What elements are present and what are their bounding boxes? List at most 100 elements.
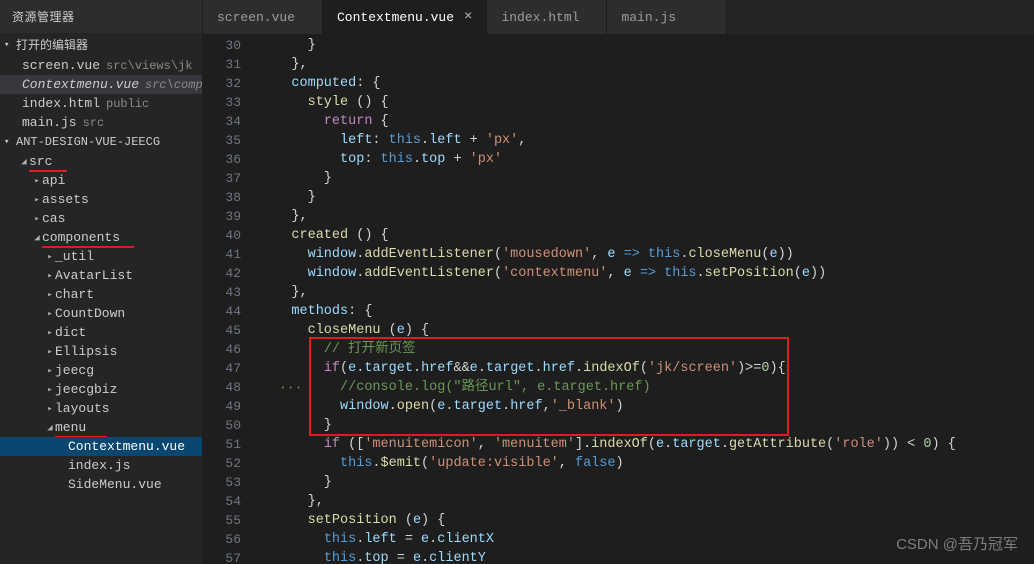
chevron-right-icon: ▸ [32, 176, 42, 186]
editor-tab[interactable]: Contextmenu.vue × [323, 0, 487, 34]
open-editor-item[interactable]: screen.vuesrc\views\jk [0, 56, 202, 75]
line-number: 43 [203, 283, 259, 302]
chevron-right-icon: ▸ [32, 214, 42, 224]
tab-label: screen.vue [217, 10, 295, 25]
code-line[interactable]: window.open(e.target.href,'_blank') [259, 397, 1034, 416]
code-line[interactable]: } [259, 169, 1034, 188]
line-number: 52 [203, 454, 259, 473]
file-tree-folder[interactable]: ▸api [0, 171, 202, 190]
code-line[interactable]: window.addEventListener('contextmenu', e… [259, 264, 1034, 283]
code-line[interactable]: } [259, 188, 1034, 207]
code-line[interactable]: }, [259, 283, 1034, 302]
tree-label: Ellipsis [55, 344, 117, 359]
editor-tab[interactable]: main.js [607, 0, 727, 34]
code-line[interactable]: computed: { [259, 74, 1034, 93]
line-number: 34 [203, 112, 259, 131]
code-line[interactable]: window.addEventListener('mousedown', e =… [259, 245, 1034, 264]
project-label: ANT-DESIGN-VUE-JEECG [16, 135, 160, 149]
file-tree-folder[interactable]: ▸AvatarList [0, 266, 202, 285]
file-tree-folder[interactable]: ▸jeecg [0, 361, 202, 380]
file-tree-folder[interactable]: ▸assets [0, 190, 202, 209]
file-tree-file[interactable]: SideMenu.vue [0, 475, 202, 494]
chevron-down-icon: ▾ [4, 40, 16, 50]
code-line[interactable]: methods: { [259, 302, 1034, 321]
tab-label: index.html [501, 10, 579, 25]
open-editors-label: 打开的编辑器 [16, 36, 88, 53]
code-line[interactable]: }, [259, 55, 1034, 74]
chevron-down-icon: ◢ [45, 423, 55, 433]
chevron-down-icon: ◢ [19, 157, 29, 167]
line-number: 32 [203, 74, 259, 93]
project-header[interactable]: ▾ ANT-DESIGN-VUE-JEECG [0, 132, 202, 152]
line-number: 42 [203, 264, 259, 283]
file-tree-folder[interactable]: ▸_util [0, 247, 202, 266]
fold-marker: ··· [279, 378, 302, 397]
file-tree-file[interactable]: Contextmenu.vue [0, 437, 202, 456]
file-tree-folder[interactable]: ◢menu [0, 418, 202, 437]
code-line[interactable]: //console.log("路径url", e.target.href) [259, 378, 1034, 397]
file-tree-folder[interactable]: ◢components [0, 228, 202, 247]
code-line[interactable]: // 打开新页签 [259, 340, 1034, 359]
open-editor-item[interactable]: main.jssrc [0, 113, 202, 132]
chevron-right-icon: ▸ [45, 309, 55, 319]
line-number: 44 [203, 302, 259, 321]
chevron-down-icon: ◢ [32, 233, 42, 243]
file-tree-file[interactable]: index.js [0, 456, 202, 475]
open-editor-item[interactable]: Contextmenu.vuesrc\comp... [0, 75, 202, 94]
open-editor-item[interactable]: index.htmlpublic [0, 94, 202, 113]
code-line[interactable]: return { [259, 112, 1034, 131]
tree-label: src [29, 154, 52, 169]
file-tree-folder[interactable]: ▸layouts [0, 399, 202, 418]
code-line[interactable]: setPosition (e) { [259, 511, 1034, 530]
code-editor[interactable]: 3031323334353637383940414243444546474849… [203, 34, 1034, 564]
file-tree-folder[interactable]: ◢src [0, 152, 202, 171]
tree-label: layouts [55, 401, 110, 416]
code-line[interactable]: } [259, 36, 1034, 55]
editor-tab[interactable]: screen.vue [203, 0, 323, 34]
tree-label: Contextmenu.vue [68, 439, 185, 454]
line-number: 41 [203, 245, 259, 264]
code-line[interactable]: if (['menuitemicon', 'menuitem'].indexOf… [259, 435, 1034, 454]
line-number: 47 [203, 359, 259, 378]
file-tree-folder[interactable]: ▸chart [0, 285, 202, 304]
code-line[interactable]: left: this.left + 'px', [259, 131, 1034, 150]
code-line[interactable]: this.$emit('update:visible', false) [259, 454, 1034, 473]
code-line[interactable]: }, [259, 492, 1034, 511]
chevron-right-icon: ▸ [45, 328, 55, 338]
chevron-down-icon: ▾ [4, 137, 16, 147]
close-icon[interactable]: × [464, 9, 472, 25]
line-number: 48 [203, 378, 259, 397]
code-line[interactable]: created () { [259, 226, 1034, 245]
line-number: 38 [203, 188, 259, 207]
tab-label: Contextmenu.vue [337, 10, 454, 25]
file-tree-folder[interactable]: ▸cas [0, 209, 202, 228]
code-area[interactable]: } }, computed: { style () { return { lef… [259, 34, 1034, 564]
line-number: 40 [203, 226, 259, 245]
file-tree-folder[interactable]: ▸jeecgbiz [0, 380, 202, 399]
code-line[interactable]: } [259, 473, 1034, 492]
file-tree-folder[interactable]: ▸Ellipsis [0, 342, 202, 361]
file-name: Contextmenu.vue [22, 77, 139, 92]
code-line[interactable]: } [259, 416, 1034, 435]
code-line[interactable]: }, [259, 207, 1034, 226]
code-line[interactable]: style () { [259, 93, 1034, 112]
tree-label: chart [55, 287, 94, 302]
editor-main: screen.vue Contextmenu.vue × index.html main… [203, 0, 1034, 564]
tree-label: api [42, 173, 65, 188]
tree-label: _util [55, 249, 94, 264]
file-name: main.js [22, 115, 77, 130]
code-line[interactable]: top: this.top + 'px' [259, 150, 1034, 169]
line-number: 46 [203, 340, 259, 359]
code-line[interactable]: closeMenu (e) { [259, 321, 1034, 340]
chevron-right-icon: ▸ [45, 252, 55, 262]
explorer-sidebar: 资源管理器 ▾ 打开的编辑器 screen.vuesrc\views\jkCon… [0, 0, 203, 564]
file-tree-folder[interactable]: ▸CountDown [0, 304, 202, 323]
open-editors-header[interactable]: ▾ 打开的编辑器 [0, 33, 202, 56]
editor-tab[interactable]: index.html [487, 0, 607, 34]
line-number: 30 [203, 36, 259, 55]
code-line[interactable]: if(e.target.href&&e.target.href.indexOf(… [259, 359, 1034, 378]
file-tree-folder[interactable]: ▸dict [0, 323, 202, 342]
tree-label: SideMenu.vue [68, 477, 162, 492]
line-number: 54 [203, 492, 259, 511]
explorer-title: 资源管理器 [0, 0, 202, 33]
